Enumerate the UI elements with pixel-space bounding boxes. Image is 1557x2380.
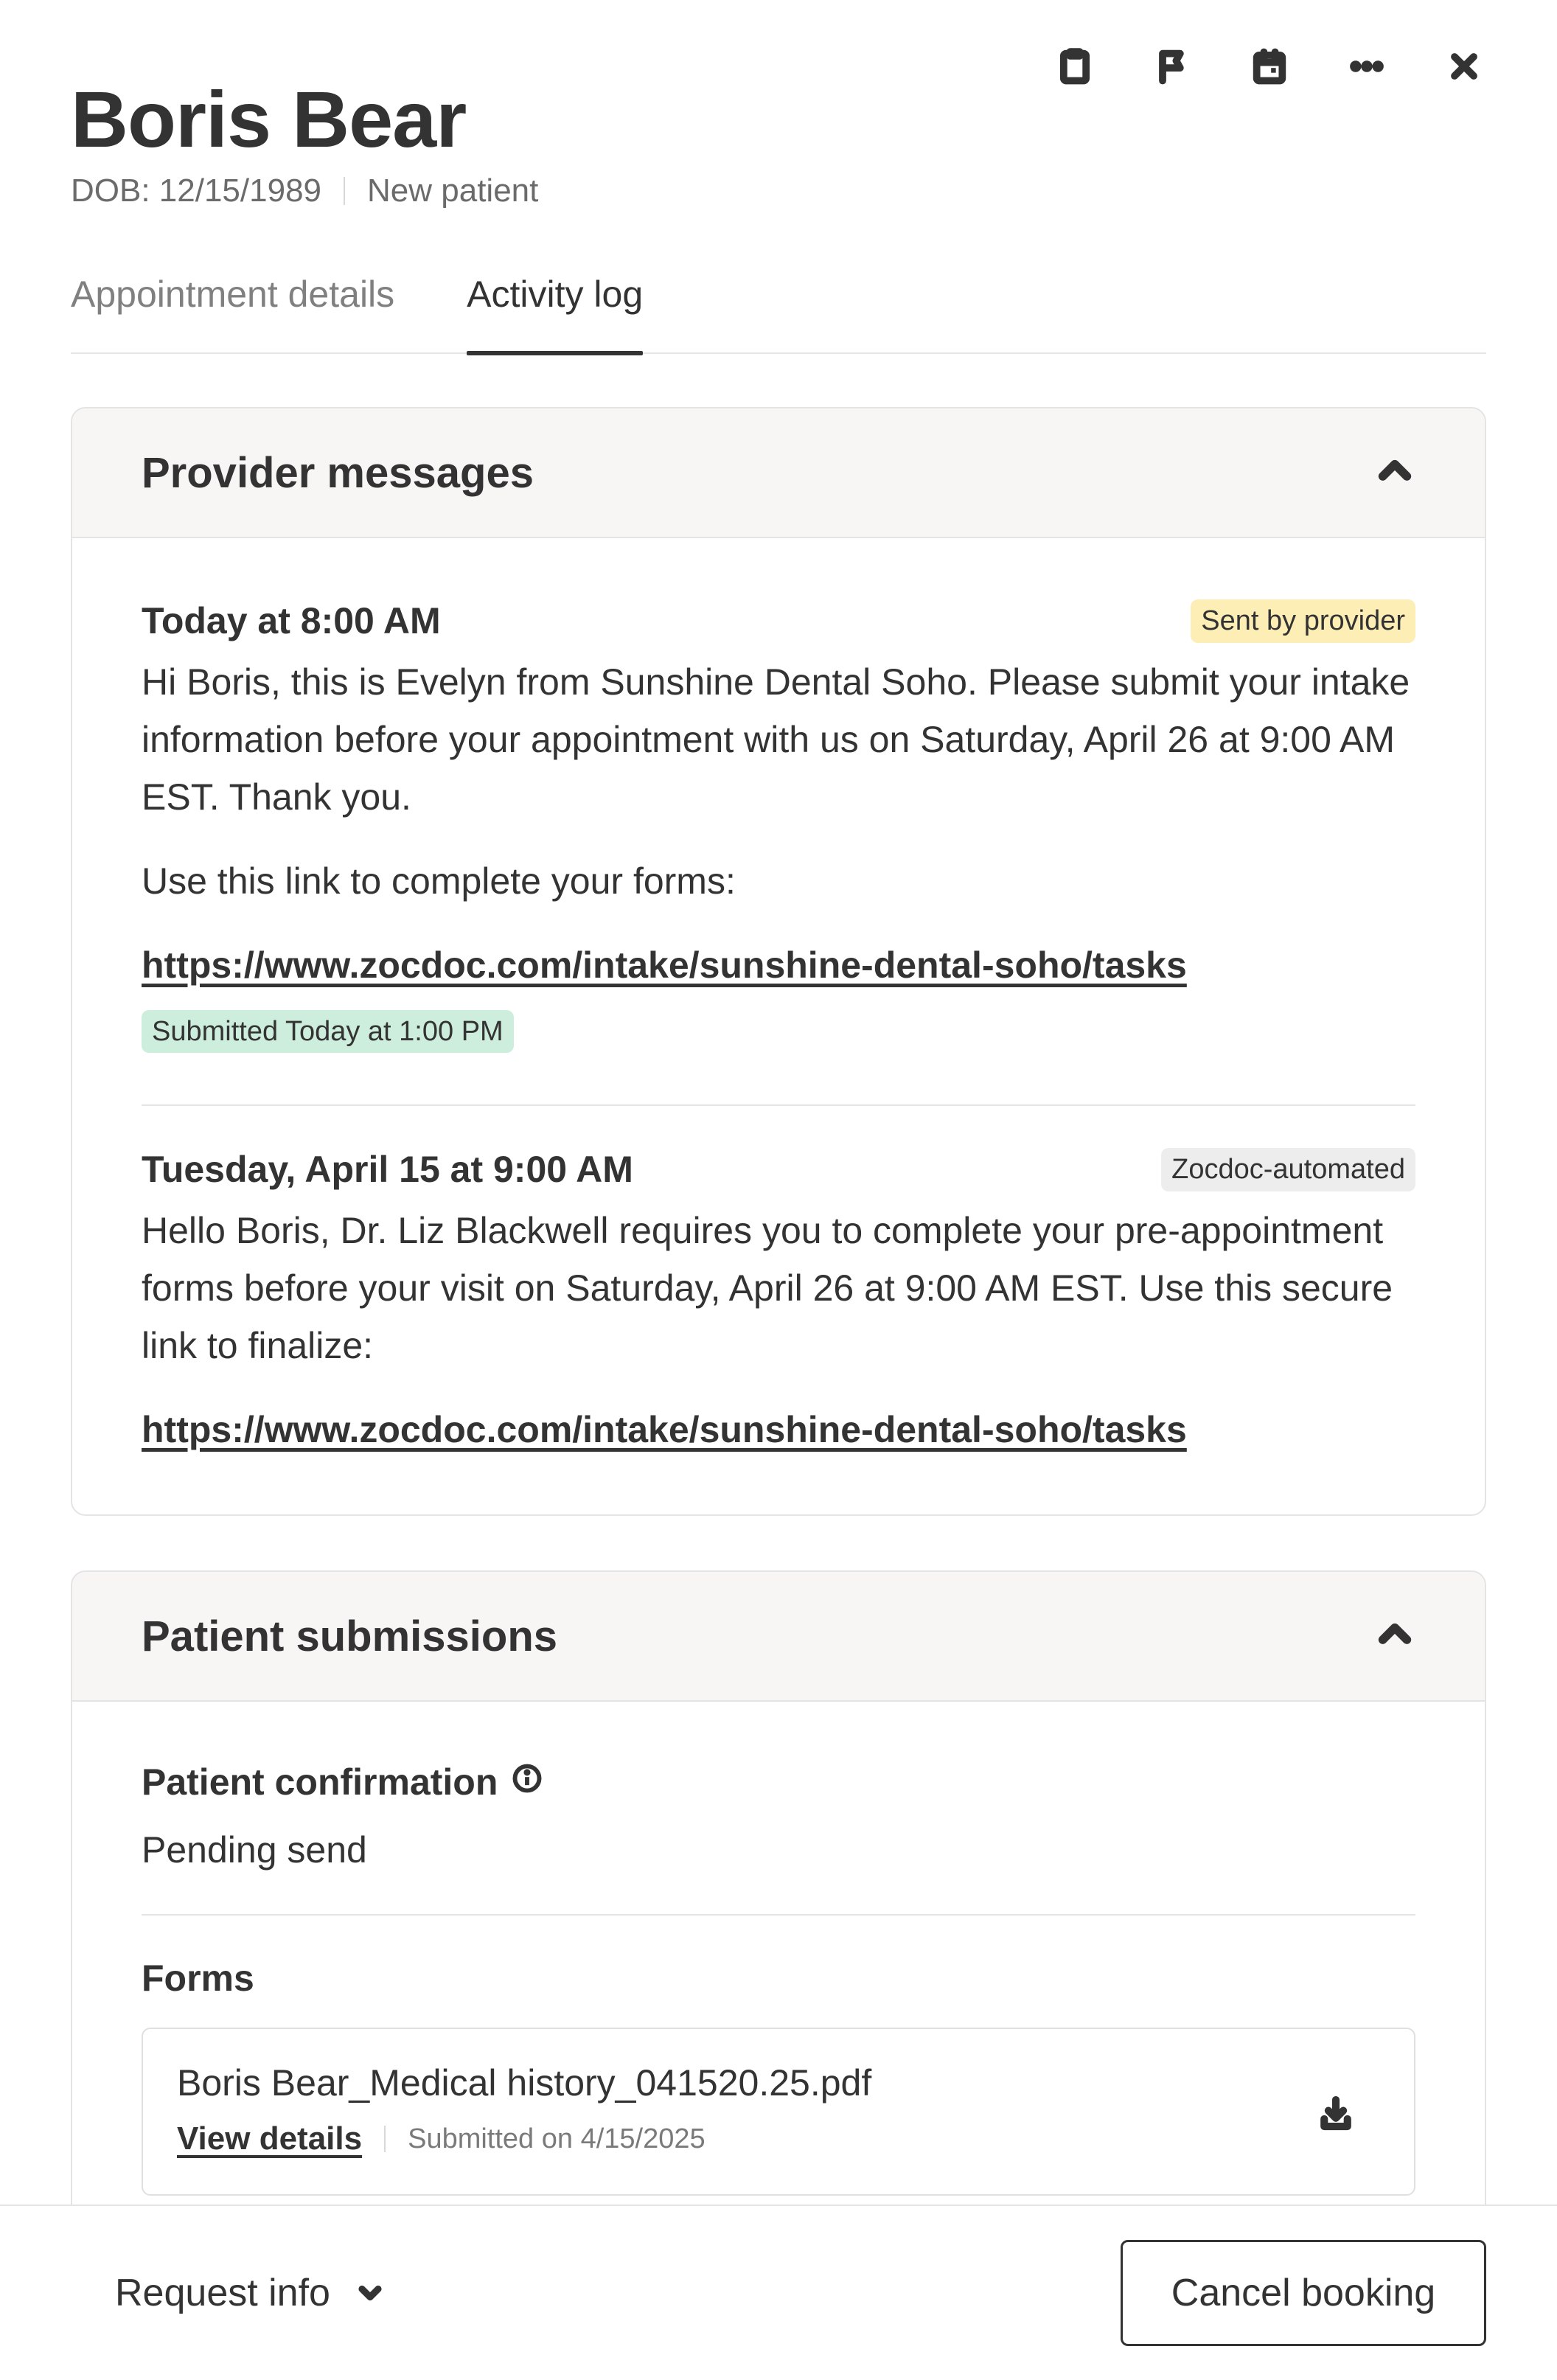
message-body: Hi Boris, this is Evelyn from Sunshine D… [142, 661, 1410, 818]
close-icon [1451, 53, 1477, 80]
footer-bar: Request info Cancel booking [0, 2205, 1557, 2380]
file-meta: View details Submitted on 4/15/2025 [177, 2120, 706, 2157]
message-body: Hello Boris, Dr. Liz Blackwell requires … [142, 1210, 1393, 1366]
provider-messages-card: Provider messages Today at 8:00 AM Sent … [71, 407, 1486, 1516]
sender-badge: Zocdoc-automated [1161, 1147, 1415, 1191]
confirmation-value: Pending send [142, 1829, 367, 1871]
flag-button[interactable] [1124, 43, 1221, 90]
patient-header: Boris Bear DOB: 12/15/1989 New patient [71, 68, 538, 209]
patient-name: Boris Bear [71, 74, 467, 164]
file-meta-divider [384, 2126, 386, 2152]
patient-status: New patient [367, 173, 539, 209]
chevron-up-icon[interactable] [1374, 1614, 1415, 1659]
tab-bar: Appointment details Activity log [71, 265, 1486, 355]
patient-submissions-header[interactable]: Patient submissions [72, 1572, 1485, 1702]
provider-messages-title: Provider messages [142, 448, 534, 497]
clipboard-icon [1059, 48, 1090, 85]
intake-link[interactable]: https://www.zocdoc.com/intake/sunshine-d… [142, 936, 1187, 994]
more-icon [1350, 60, 1384, 72]
patient-submissions-title: Patient submissions [142, 1612, 558, 1660]
clipboard-button[interactable] [1026, 43, 1124, 90]
message-time: Today at 8:00 AM [142, 600, 441, 641]
file-submitted-date: Submitted on 4/15/2025 [408, 2123, 706, 2154]
message-item: Tuesday, April 15 at 9:00 AM Zocdoc-auto… [142, 1146, 1415, 1458]
confirmation-label: Patient confirmation [142, 1761, 498, 1803]
submitted-badge: Submitted Today at 1:00 PM [142, 1010, 514, 1053]
section-divider [142, 1914, 1415, 1916]
tab-activity-log[interactable]: Activity log [467, 265, 643, 355]
header-toolbar [1026, 43, 1513, 90]
sender-badge: Sent by provider [1191, 599, 1415, 643]
patient-meta: DOB: 12/15/1989 New patient [71, 173, 538, 209]
flag-icon [1159, 49, 1184, 85]
info-icon[interactable] [498, 1761, 543, 1803]
request-info-button[interactable]: Request info [115, 2256, 386, 2330]
chevron-down-icon [358, 2285, 382, 2301]
meta-divider [344, 177, 346, 205]
confirmation-label-row: Patient confirmation [142, 1761, 543, 1803]
cancel-booking-button[interactable]: Cancel booking [1121, 2240, 1486, 2346]
calendar-icon [1253, 48, 1286, 85]
more-options-button[interactable] [1318, 43, 1415, 90]
form-file-item: Boris Bear_Medical history_041520.25.pdf… [142, 2028, 1415, 2196]
message-time: Tuesday, April 15 at 9:00 AM [142, 1149, 633, 1190]
download-button[interactable] [1309, 2087, 1362, 2140]
file-name: Boris Bear_Medical history_041520.25.pdf [177, 2062, 872, 2104]
provider-messages-header[interactable]: Provider messages [72, 408, 1485, 538]
calendar-button[interactable] [1221, 43, 1318, 90]
view-details-link[interactable]: View details [177, 2120, 362, 2157]
tab-appointment-details[interactable]: Appointment details [71, 265, 394, 354]
download-icon [1320, 2095, 1351, 2131]
patient-dob: DOB: 12/15/1989 [71, 173, 322, 209]
intake-link[interactable]: https://www.zocdoc.com/intake/sunshine-d… [142, 1401, 1187, 1458]
message-divider [142, 1104, 1415, 1106]
close-button[interactable] [1415, 43, 1513, 90]
forms-label: Forms [142, 1958, 254, 1999]
message-item: Today at 8:00 AM Sent by provider Hi Bor… [142, 597, 1415, 1053]
request-info-label: Request info [115, 2272, 330, 2314]
message-body-secondary: Use this link to complete your forms: [142, 860, 736, 902]
chevron-up-icon[interactable] [1374, 450, 1415, 495]
